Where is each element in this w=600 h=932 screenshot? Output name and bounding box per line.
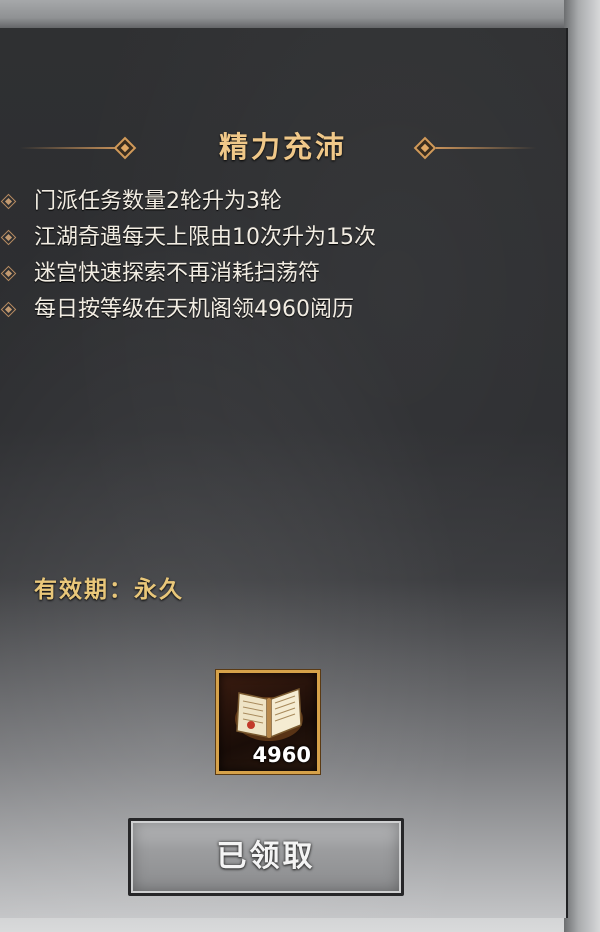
privilege-panel: 精力充沛: [0, 28, 568, 918]
perk-item: 门派任务数量2轮升为3轮: [0, 184, 566, 220]
perk-text: 迷宫快速探索不再消耗扫荡符: [34, 261, 321, 286]
diamond-bullet-icon: [0, 301, 17, 318]
title-divider-right: [436, 147, 536, 149]
validity-label: 有效期：永久: [34, 577, 184, 603]
diamond-bullet-icon: [0, 265, 17, 282]
perk-text: 每日按等级在天机阁领4960阅历: [34, 297, 354, 322]
diamond-bullet-icon: [0, 229, 17, 246]
perk-item: 江湖奇遇每天上限由10次升为15次: [0, 220, 566, 256]
perk-item: 每日按等级在天机阁领4960阅历: [0, 292, 566, 328]
window-frame-right: [564, 0, 600, 932]
perk-list: 门派任务数量2轮升为3轮 江湖奇遇每天上限由10次升为15次 迷宫快速探索不再消…: [0, 184, 566, 328]
title-row: 精力充沛: [0, 114, 566, 174]
window-frame-top: [0, 0, 600, 30]
claimed-button[interactable]: 已领取: [128, 818, 404, 896]
reward-count: 4960: [252, 743, 311, 767]
perk-text: 门派任务数量2轮升为3轮: [34, 189, 282, 214]
book-icon: [235, 687, 303, 741]
perk-text: 江湖奇遇每天上限由10次升为15次: [34, 225, 376, 250]
reward-item-slot[interactable]: 4960: [216, 670, 320, 774]
diamond-bullet-icon: [0, 193, 17, 210]
perk-item: 迷宫快速探索不再消耗扫荡符: [0, 256, 566, 292]
panel-title: 精力充沛: [218, 130, 347, 164]
